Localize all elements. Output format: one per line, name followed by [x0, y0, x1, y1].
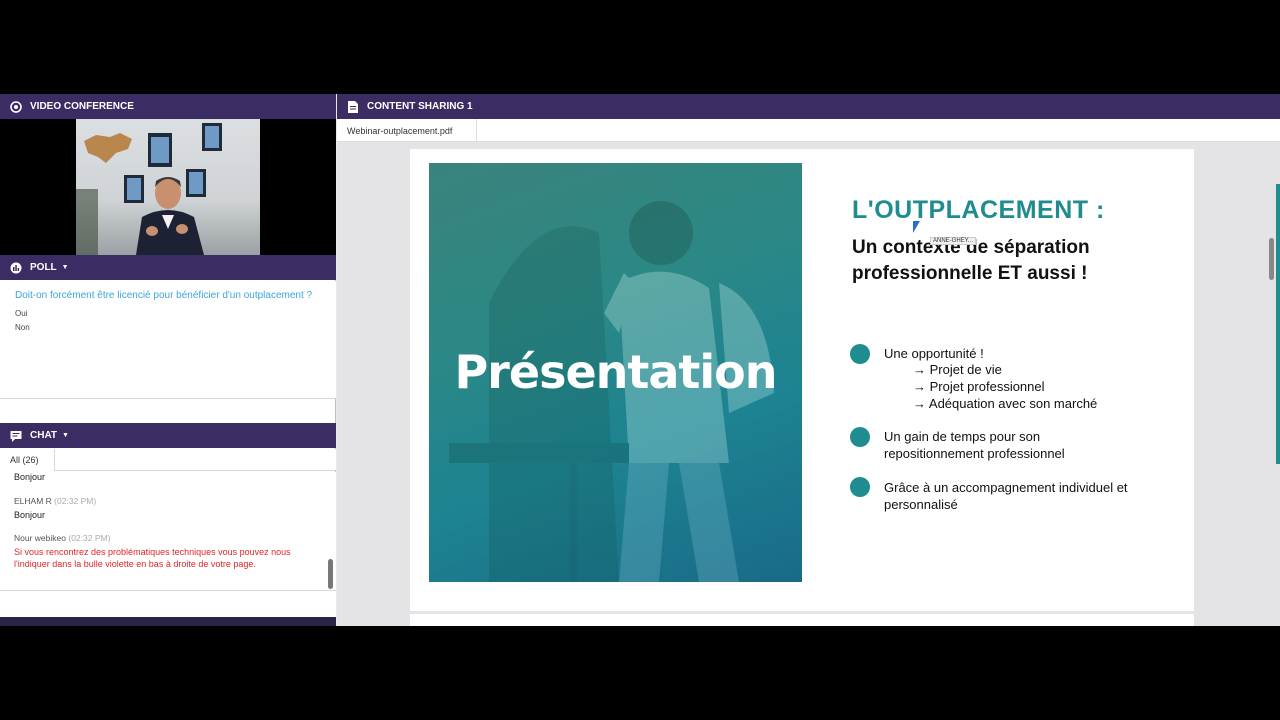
document-icon	[347, 100, 359, 113]
bullet-text: Un gain de temps pour son repositionneme…	[884, 429, 1065, 461]
chevron-down-icon[interactable]: ▼	[62, 432, 69, 439]
video-feed[interactable]	[0, 119, 336, 255]
speaker-video	[76, 119, 260, 255]
list-item: Nour webikeo (02:32 PM) Si vous rencontr…	[14, 533, 314, 570]
bullet-subitem: → Projet de vie	[913, 362, 1002, 377]
content-sharing-title: CONTENT SHARING 1	[367, 101, 473, 112]
chat-tab-all[interactable]: All (26)	[0, 449, 55, 471]
video-conference-header: VIDEO CONFERENCE	[0, 94, 336, 119]
slide-heading: L'OUTPLACEMENT :	[852, 196, 1105, 224]
bullet-dot-icon	[850, 344, 870, 364]
webcam-icon	[10, 100, 22, 113]
content-sharing-panel: CONTENT SHARING 1 Webinar-outplacement.p…	[337, 94, 1280, 626]
bullet-dot-icon	[850, 477, 870, 497]
chat-header[interactable]: CHAT ▼	[0, 423, 336, 448]
list-item: Bonjour	[14, 472, 314, 483]
content-sharing-header: CONTENT SHARING 1	[337, 94, 1280, 119]
bullet-subitem: → Adéquation avec son marché	[913, 396, 1098, 411]
chat-scrollbar[interactable]	[328, 559, 333, 589]
poll-icon	[10, 262, 22, 274]
poll-option[interactable]: Non	[15, 323, 321, 332]
webinar-stage: VIDEO CONFERENCE POLL ▼ Doit-on forcémen…	[0, 94, 1280, 626]
video-conference-title: VIDEO CONFERENCE	[30, 101, 134, 112]
chat-message-author: ELHAM R (02:32 PM)	[14, 496, 97, 506]
document-tabs: Webinar-outplacement.pdf	[337, 119, 1280, 142]
bullet-subitem: → Projet professionnel	[913, 379, 1045, 394]
side-accent-bar	[1276, 184, 1280, 464]
chat-input[interactable]	[0, 590, 336, 617]
chat-title: CHAT	[30, 430, 58, 441]
pdf-next-page	[410, 614, 1194, 626]
slide-subheading: Un contexte de séparation professionnell…	[852, 237, 1090, 284]
list-item: ELHAM R (02:32 PM) Bonjour	[14, 496, 314, 521]
chat-message-text: Si vous rencontrez des problématiques te…	[14, 547, 291, 569]
chevron-down-icon[interactable]: ▼	[62, 264, 69, 271]
poll-option[interactable]: Oui	[15, 309, 321, 318]
left-column: VIDEO CONFERENCE POLL ▼ Doit-on forcémen…	[0, 94, 336, 626]
document-scrollbar[interactable]	[1269, 238, 1274, 280]
chat-message-author: Nour webikeo (02:32 PM)	[14, 533, 111, 543]
slide-image: Présentation	[429, 163, 802, 582]
poll-header[interactable]: POLL ▼	[0, 255, 336, 280]
chat-tabs: All (26)	[0, 449, 336, 471]
chat-messages: Bonjour ELHAM R (02:32 PM) Bonjour Nour …	[0, 472, 336, 590]
cursor-label: ANNE-GHEY...	[930, 237, 976, 245]
pdf-page: Présentation L'OUTPLACEMENT : Un context…	[410, 149, 1194, 611]
slide-image-title: Présentation	[454, 345, 777, 399]
chat-message-text: Bonjour	[14, 510, 46, 520]
poll-title: POLL	[30, 262, 57, 273]
left-footer-bar	[0, 617, 336, 626]
chat-icon	[10, 430, 22, 442]
pointer-cursor-icon	[913, 221, 920, 233]
poll-body: Doit-on forcément être licencié pour bén…	[0, 281, 336, 399]
poll-question: Doit-on forcément être licencié pour bén…	[15, 290, 313, 301]
tab-document[interactable]: Webinar-outplacement.pdf	[337, 119, 477, 142]
bullet-text: Une opportunité !	[884, 346, 984, 361]
bullet-text: Grâce à un accompagnement individuel et …	[884, 480, 1128, 512]
bullet-dot-icon	[850, 427, 870, 447]
chat-message-text: Bonjour	[14, 472, 46, 482]
